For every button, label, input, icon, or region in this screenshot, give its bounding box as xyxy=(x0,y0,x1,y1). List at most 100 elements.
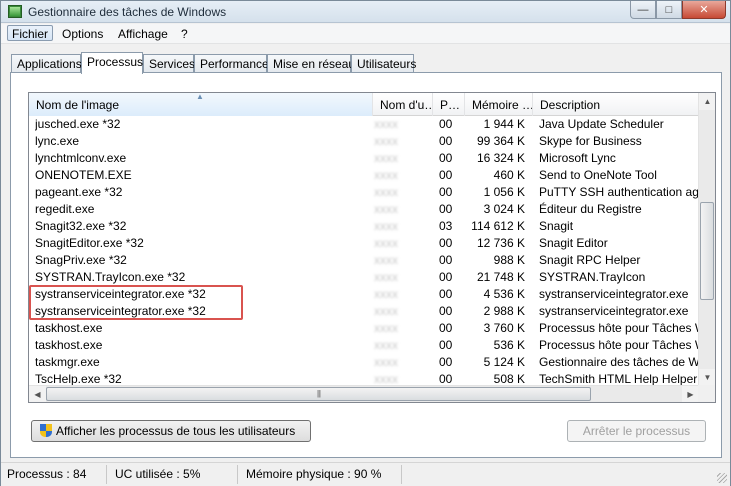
tab-mise-en-reseau[interactable]: Mise en réseau xyxy=(267,54,355,73)
process-user: xxxx xyxy=(374,338,398,352)
column-header-cpu[interactable]: P… xyxy=(433,93,465,116)
process-description: Skype for Business xyxy=(539,134,642,148)
status-bar: Processus : 84 UC utilisée : 5% Mémoire … xyxy=(1,462,730,486)
column-header-user-name[interactable]: Nom d'u… xyxy=(373,93,433,116)
process-name: jusched.exe *32 xyxy=(35,117,121,131)
process-cpu: 03 xyxy=(439,219,453,233)
process-memory: 536 K xyxy=(493,338,525,352)
menu-bar: Fichier Options Affichage ? xyxy=(1,24,730,44)
table-row[interactable]: SnagPriv.exe *32 xxxx 00 988 K Snagit RPC He… xyxy=(29,252,699,269)
status-separator xyxy=(237,465,238,484)
process-memory: 1 944 K xyxy=(483,117,525,131)
process-name: SYSTRAN.TrayIcon.exe *32 xyxy=(35,270,186,284)
process-name: taskmgr.exe xyxy=(35,355,100,369)
end-process-button[interactable]: Arrêter le processus xyxy=(567,420,706,442)
process-memory: 3 760 K xyxy=(483,321,525,335)
process-description: Processus hôte pour Tâches Windows xyxy=(539,338,699,352)
task-manager-window: Gestionnaire des tâches de Windows — □ ✕… xyxy=(0,0,731,486)
process-description: TechSmith HTML Help Helper xyxy=(539,372,698,386)
process-name: taskhost.exe xyxy=(35,321,103,335)
caption-buttons: — □ ✕ xyxy=(630,1,726,19)
close-button[interactable]: ✕ xyxy=(682,1,726,19)
highlight-annotation xyxy=(29,285,243,320)
status-separator xyxy=(106,465,107,484)
table-row[interactable]: taskmgr.exe xxxx 00 5 124 K Gestionnaire des… xyxy=(29,354,699,371)
process-cpu: 00 xyxy=(439,185,453,199)
menu-options[interactable]: Options xyxy=(58,26,107,42)
column-header-memory[interactable]: Mémoire … xyxy=(465,93,533,116)
process-cpu: 00 xyxy=(439,287,453,301)
horizontal-scrollbar[interactable]: ◀ ||| ▶ xyxy=(29,385,699,402)
menu-affichage[interactable]: Affichage xyxy=(114,26,172,42)
table-row[interactable]: SnagitEditor.exe *32 xxxx 00 12 736 K Snagit… xyxy=(29,235,699,252)
horizontal-scroll-thumb[interactable]: ||| xyxy=(46,387,591,401)
process-cpu: 00 xyxy=(439,202,453,216)
process-rows: jusched.exe *32 xxxx 00 1 944 K Java Update … xyxy=(29,116,699,386)
process-memory: 12 736 K xyxy=(476,236,525,250)
process-user: xxxx xyxy=(374,236,398,250)
minimize-button[interactable]: — xyxy=(630,1,656,19)
scroll-up-icon[interactable]: ▲ xyxy=(699,93,715,110)
scroll-right-icon[interactable]: ▶ xyxy=(682,386,699,402)
table-row[interactable]: SYSTRAN.TrayIcon.exe *32 xxxx 00 21 748 K SY… xyxy=(29,269,699,286)
table-row[interactable]: pageant.exe *32 xxxx 00 1 056 K PuTTY SSH au… xyxy=(29,184,699,201)
process-memory: 114 612 K xyxy=(471,219,525,233)
process-name: TscHelp.exe *32 xyxy=(35,372,122,386)
process-memory: 508 K xyxy=(493,372,525,386)
process-name: lynchtmlconv.exe xyxy=(35,151,127,165)
column-header-label: Nom de l'image xyxy=(36,98,119,112)
status-separator xyxy=(401,465,402,484)
title-bar[interactable]: Gestionnaire des tâches de Windows — □ ✕ xyxy=(1,1,730,23)
process-memory: 16 324 K xyxy=(476,151,525,165)
column-header-description[interactable]: Description xyxy=(533,93,699,116)
menu-help[interactable]: ? xyxy=(177,26,192,42)
process-cpu: 00 xyxy=(439,134,453,148)
process-user: xxxx xyxy=(374,321,398,335)
process-list[interactable]: ▲ Nom de l'image Nom d'u… P… Mémoire … D… xyxy=(28,92,716,403)
process-cpu: 00 xyxy=(439,321,453,335)
process-user: xxxx xyxy=(374,270,398,284)
process-name: regedit.exe xyxy=(35,202,95,216)
table-row[interactable]: regedit.exe xxxx 00 3 024 K Éditeur du Regis… xyxy=(29,201,699,218)
process-user: xxxx xyxy=(374,185,398,199)
process-user: xxxx xyxy=(374,134,398,148)
table-row[interactable]: TscHelp.exe *32 xxxx 00 508 K TechSmith HTML… xyxy=(29,371,699,386)
process-user: xxxx xyxy=(374,168,398,182)
process-description: Java Update Scheduler xyxy=(539,117,664,131)
menu-fichier[interactable]: Fichier xyxy=(7,25,54,41)
process-cpu: 00 xyxy=(439,236,453,250)
table-row[interactable]: lync.exe xxxx 00 99 364 K Skype for Business xyxy=(29,133,699,150)
process-user: xxxx xyxy=(374,151,398,165)
scroll-down-icon[interactable]: ▼ xyxy=(699,369,715,386)
maximize-button[interactable]: □ xyxy=(656,1,682,19)
table-row[interactable]: taskhost.exe xxxx 00 536 K Processus hôte po… xyxy=(29,337,699,354)
process-name: pageant.exe *32 xyxy=(35,185,123,199)
process-name: taskhost.exe xyxy=(35,338,103,352)
process-memory: 3 024 K xyxy=(483,202,525,216)
scroll-left-icon[interactable]: ◀ xyxy=(29,386,46,402)
tab-applications[interactable]: Applications xyxy=(11,54,82,73)
vertical-scrollbar[interactable]: ▲ ▼ xyxy=(698,93,715,386)
vertical-scroll-thumb[interactable] xyxy=(700,202,714,300)
show-all-users-processes-button[interactable]: Afficher les processus de tous les utili… xyxy=(31,420,311,442)
process-cpu: 00 xyxy=(439,270,453,284)
table-row[interactable]: jusched.exe *32 xxxx 00 1 944 K Java Update … xyxy=(29,116,699,133)
process-description: SYSTRAN.TrayIcon xyxy=(539,270,646,284)
table-row[interactable]: lynchtmlconv.exe xxxx 00 16 324 K Microsoft … xyxy=(29,150,699,167)
tab-processus[interactable]: Processus xyxy=(81,52,143,74)
tab-performance[interactable]: Performance xyxy=(194,54,269,73)
process-cpu: 00 xyxy=(439,168,453,182)
tab-services[interactable]: Services xyxy=(143,54,195,73)
resize-grip-icon[interactable] xyxy=(717,473,727,483)
process-user: xxxx xyxy=(374,219,398,233)
column-header-image-name[interactable]: ▲ Nom de l'image xyxy=(29,93,373,116)
table-row[interactable]: ONENOTEM.EXE xxxx 00 460 K Send to OneNote T… xyxy=(29,167,699,184)
tab-utilisateurs[interactable]: Utilisateurs xyxy=(351,54,416,73)
processes-panel: ▲ Nom de l'image Nom d'u… P… Mémoire … D… xyxy=(10,72,722,458)
task-manager-icon xyxy=(8,5,22,18)
status-cpu-usage: UC utilisée : 5% xyxy=(115,467,201,481)
table-row[interactable]: taskhost.exe xxxx 00 3 760 K Processus hôte … xyxy=(29,320,699,337)
process-description: Processus hôte pour Tâches Windows xyxy=(539,321,699,335)
process-description: Microsoft Lync xyxy=(539,151,616,165)
table-row[interactable]: Snagit32.exe *32 xxxx 03 114 612 K Snagit xyxy=(29,218,699,235)
